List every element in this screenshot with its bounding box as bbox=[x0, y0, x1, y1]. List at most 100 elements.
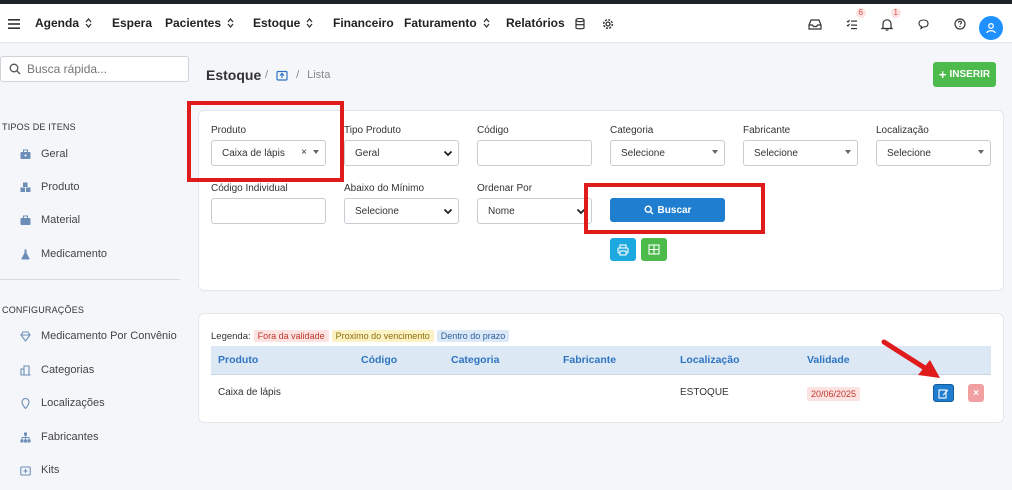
legend-expired-tag: Fora da validade bbox=[253, 330, 329, 342]
nav-faturamento[interactable]: Faturamento bbox=[404, 16, 490, 30]
column-header-fabricante[interactable]: Fabricante bbox=[563, 354, 616, 366]
breadcrumb-current: Lista bbox=[307, 69, 331, 81]
cubes-icon bbox=[20, 182, 31, 192]
caret-down-icon bbox=[978, 150, 984, 154]
sidebar-item-geral[interactable]: Geral bbox=[20, 148, 68, 160]
codigo-individual-label: Código Individual bbox=[211, 183, 288, 194]
ordenar-por-label: Ordenar Por bbox=[477, 183, 533, 194]
column-header-validade[interactable]: Validade bbox=[807, 354, 850, 366]
chat-icon[interactable] bbox=[914, 14, 934, 34]
page-title: Estoque bbox=[206, 67, 262, 83]
codigo-input[interactable] bbox=[477, 140, 592, 166]
tasks-count-badge: 6 bbox=[855, 8, 866, 18]
printer-icon bbox=[617, 243, 629, 256]
breadcrumb: / / Lista bbox=[265, 69, 330, 81]
column-header-produto[interactable]: Produto bbox=[218, 354, 258, 366]
categoria-select[interactable]: Selecione bbox=[610, 140, 725, 166]
nav-pacientes[interactable]: Pacientes bbox=[165, 16, 234, 30]
abaixo-minimo-select[interactable]: Selecione bbox=[344, 198, 459, 224]
sidebar-item-material[interactable]: Material bbox=[20, 214, 80, 226]
fabricante-select[interactable]: Selecione bbox=[743, 140, 858, 166]
nav-estoque[interactable]: Estoque bbox=[253, 16, 313, 30]
sidebar-item-categorias[interactable]: Categorias bbox=[20, 364, 94, 376]
edit-button[interactable] bbox=[933, 384, 954, 402]
table-header: Produto Código Categoria Fabricante Loca… bbox=[211, 346, 991, 375]
search-icon bbox=[9, 63, 21, 75]
tasks-icon[interactable]: 6 bbox=[842, 8, 866, 34]
tipo-produto-label: Tipo Produto bbox=[344, 125, 401, 136]
edit-icon bbox=[938, 388, 949, 399]
sidebar: TIPOS DE ITENS Geral Produto Material Me… bbox=[0, 44, 198, 490]
localizacao-label: Localização bbox=[876, 125, 929, 136]
codigo-text-input[interactable] bbox=[488, 141, 591, 165]
chevron-down-icon bbox=[443, 150, 453, 157]
sidebar-item-kits[interactable]: Kits bbox=[20, 464, 59, 476]
plus-icon: + bbox=[938, 66, 947, 82]
legend: Legenda: Fora da validade Proximo do ven… bbox=[211, 330, 510, 342]
fabricante-label: Fabricante bbox=[743, 125, 791, 136]
buildings-icon bbox=[20, 364, 31, 376]
map-pin-icon bbox=[21, 397, 30, 409]
insert-button[interactable]: + INSERIR bbox=[933, 62, 996, 87]
stock-box-icon[interactable] bbox=[276, 69, 288, 81]
spreadsheet-icon bbox=[648, 244, 660, 255]
legend-near-expiry-tag: Proximo do vencimento bbox=[331, 330, 434, 342]
legend-within-term-tag: Dentro do prazo bbox=[436, 330, 510, 342]
sort-chevron-icon bbox=[483, 18, 490, 28]
quick-search-box[interactable] bbox=[0, 56, 189, 82]
ordenar-por-select[interactable]: Nome bbox=[477, 198, 592, 224]
abaixo-minimo-label: Abaixo do Mínimo bbox=[344, 183, 425, 194]
quick-search-input[interactable] bbox=[27, 62, 177, 76]
top-navbar: Agenda Espera Pacientes Estoque Financei… bbox=[0, 4, 1012, 43]
column-header-localizacao[interactable]: Localização bbox=[680, 354, 740, 366]
codigo-individual-text-input[interactable] bbox=[222, 199, 325, 223]
sidebar-item-medicamento-convenio[interactable]: Medicamento Por Convênio bbox=[20, 330, 177, 342]
sidebar-item-fabricantes[interactable]: Fabricantes bbox=[20, 431, 98, 443]
inbox-icon[interactable] bbox=[805, 14, 825, 34]
sidebar-section-item-types: TIPOS DE ITENS bbox=[2, 122, 76, 132]
breadcrumb-separator: / bbox=[296, 69, 300, 81]
legend-label: Legenda: bbox=[211, 330, 251, 342]
hamburger-menu-icon[interactable] bbox=[4, 14, 24, 34]
tipo-produto-select[interactable]: Geral bbox=[344, 140, 459, 166]
gear-icon[interactable] bbox=[598, 14, 618, 34]
help-icon[interactable] bbox=[950, 14, 970, 34]
nav-espera[interactable]: Espera bbox=[112, 16, 152, 30]
sidebar-item-localizacoes[interactable]: Localizações bbox=[20, 397, 105, 409]
cell-localizacao: ESTOQUE bbox=[680, 387, 729, 398]
column-header-categoria[interactable]: Categoria bbox=[451, 354, 499, 366]
chevron-down-icon bbox=[443, 208, 453, 215]
delete-button[interactable]: × bbox=[968, 384, 984, 402]
print-button[interactable] bbox=[610, 238, 636, 261]
sort-chevron-icon bbox=[306, 18, 313, 28]
briefcase-icon bbox=[20, 149, 31, 159]
annotation-box-buscar bbox=[584, 183, 765, 234]
categoria-label: Categoria bbox=[610, 125, 654, 136]
gem-icon bbox=[20, 330, 31, 342]
export-spreadsheet-button[interactable] bbox=[641, 238, 667, 261]
sidebar-item-produto[interactable]: Produto bbox=[20, 181, 80, 193]
codigo-individual-input[interactable] bbox=[211, 198, 326, 224]
database-icon[interactable] bbox=[570, 14, 590, 34]
nav-financeiro[interactable]: Financeiro bbox=[333, 16, 394, 30]
cell-produto: Caixa de lápis bbox=[218, 387, 281, 398]
close-icon: × bbox=[973, 387, 979, 399]
user-avatar[interactable] bbox=[979, 16, 1003, 40]
sort-chevron-icon bbox=[85, 18, 92, 28]
breadcrumb-separator: / bbox=[265, 69, 269, 81]
sort-chevron-icon bbox=[227, 18, 234, 28]
annotation-box-produto bbox=[187, 101, 344, 182]
column-header-codigo[interactable]: Código bbox=[361, 354, 397, 366]
nav-relatorios[interactable]: Relatórios bbox=[506, 16, 565, 30]
codigo-label: Código bbox=[477, 125, 509, 136]
annotation-arrow bbox=[881, 339, 940, 378]
nav-agenda[interactable]: Agenda bbox=[35, 16, 92, 30]
sidebar-divider bbox=[0, 279, 180, 280]
cell-validade-badge: 20/06/2025 bbox=[807, 387, 861, 401]
flask-icon bbox=[21, 249, 30, 259]
kit-box-icon bbox=[20, 465, 31, 476]
localizacao-select[interactable]: Selecione bbox=[876, 140, 991, 166]
sidebar-item-medicamento[interactable]: Medicamento bbox=[20, 248, 107, 260]
bell-icon[interactable]: 1 bbox=[877, 8, 901, 34]
case-icon bbox=[20, 215, 31, 225]
